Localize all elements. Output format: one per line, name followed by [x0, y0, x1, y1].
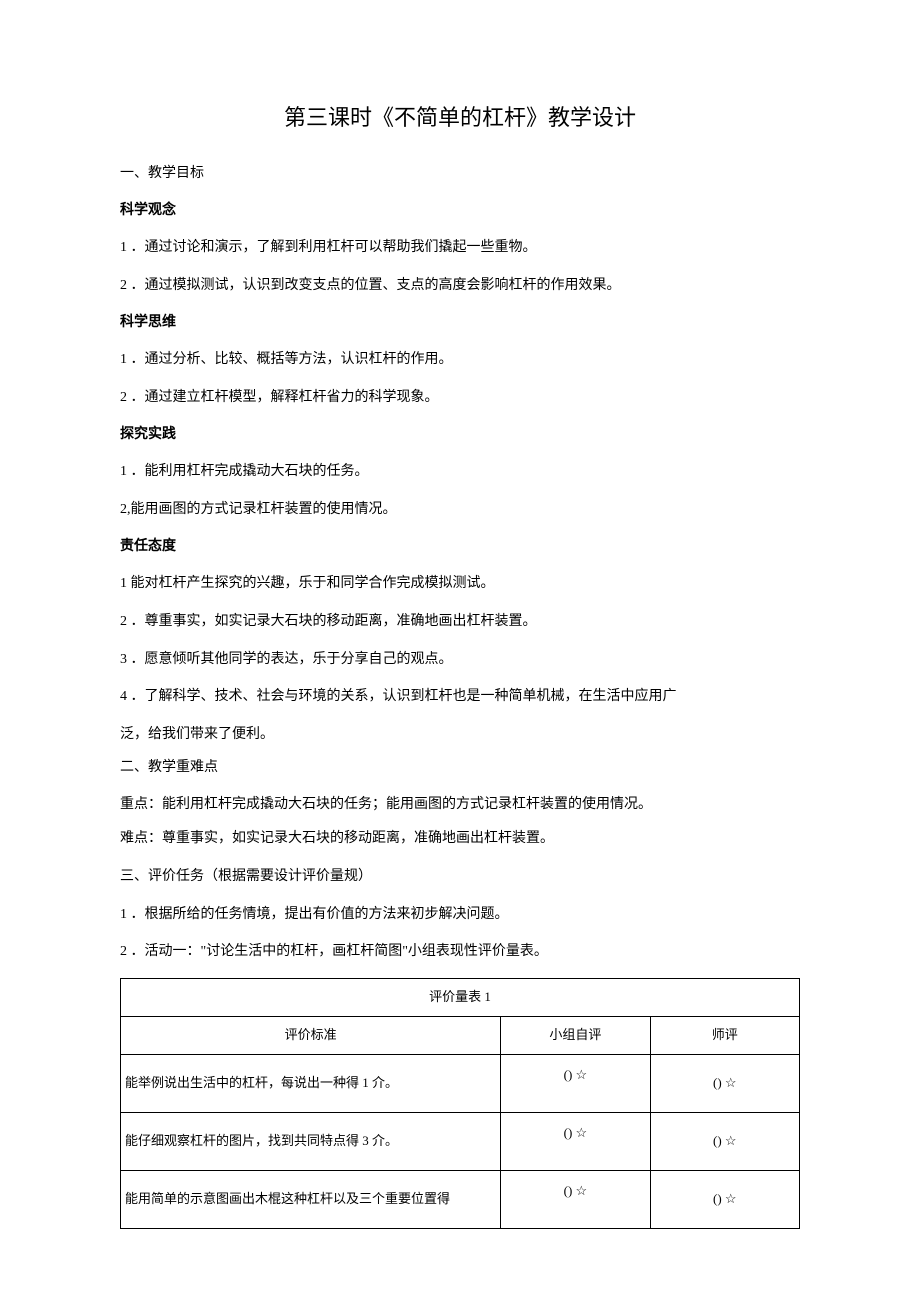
table-row: 能仔细观察杠杆的图片，找到共同特点得 3 介。 () ☆ () ☆ [121, 1112, 800, 1170]
eval-item-2: 2 ．活动一："讨论生活中的杠杆，画杠杆简图"小组表现性评价量表。 [120, 940, 800, 964]
attitude-item-3: 3 ．愿意倾听其他同学的表达，乐于分享自己的观点。 [120, 648, 800, 672]
attitude-item-2: 2 ．尊重事实，如实记录大石块的移动距离，准确地画出杠杆装置。 [120, 610, 800, 634]
col-header-self: 小组自评 [501, 1017, 650, 1055]
table-row: 能用简单的示意图画出木棍这种杠杆以及三个重要位置得 () ☆ () ☆ [121, 1170, 800, 1228]
practice-item-2: 2,能用画图的方式记录杠杆装置的使用情况。 [120, 498, 800, 522]
section-3-label: 三、评价任务（根据需要设计评价量规） [120, 865, 800, 889]
evaluation-table: 评价量表 1 评价标准 小组自评 师评 能举例说出生活中的杠杆，每说出一种得 1… [120, 978, 800, 1229]
heading-concept: 科学观念 [120, 200, 800, 222]
eval-item-1: 1 ．根据所给的任务情境，提出有价值的方法来初步解决问题。 [120, 903, 800, 927]
col-header-teacher: 师评 [650, 1017, 799, 1055]
table-caption-row: 评价量表 1 [121, 979, 800, 1017]
page-title: 第三课时《不简单的杠杆》教学设计 [120, 100, 800, 135]
section-2-label: 二、教学重难点 [120, 757, 800, 779]
attitude-item-4b: 泛，给我们带来了便利。 [120, 723, 800, 747]
self-rating-cell: () ☆ [501, 1054, 650, 1112]
practice-item-1: 1 ．能利用杠杆完成撬动大石块的任务。 [120, 460, 800, 484]
heading-practice: 探究实践 [120, 424, 800, 446]
self-rating-cell: () ☆ [501, 1170, 650, 1228]
table-caption: 评价量表 1 [121, 979, 800, 1017]
keypoint-text: 重点：能利用杠杆完成撬动大石块的任务；能用画图的方式记录杠杆装置的使用情况。 [120, 793, 800, 817]
concept-item-1: 1 ．通过讨论和演示，了解到利用杠杆可以帮助我们撬起一些重物。 [120, 236, 800, 260]
attitude-item-1: 1 能对杠杆产生探究的兴趣，乐于和同学合作完成模拟测试。 [120, 572, 800, 596]
difficulty-text: 难点：尊重事实，如实记录大石块的移动距离，准确地画出杠杆装置。 [120, 827, 800, 851]
teacher-rating-cell: () ☆ [650, 1170, 799, 1228]
thinking-item-1: 1 ．通过分析、比较、概括等方法，认识杠杆的作用。 [120, 348, 800, 372]
teacher-rating-cell: () ☆ [650, 1112, 799, 1170]
criteria-cell: 能仔细观察杠杆的图片，找到共同特点得 3 介。 [121, 1112, 501, 1170]
criteria-cell: 能举例说出生活中的杠杆，每说出一种得 1 介。 [121, 1054, 501, 1112]
col-header-criteria: 评价标准 [121, 1017, 501, 1055]
criteria-cell: 能用简单的示意图画出木棍这种杠杆以及三个重要位置得 [121, 1170, 501, 1228]
self-rating-cell: () ☆ [501, 1112, 650, 1170]
table-header-row: 评价标准 小组自评 师评 [121, 1017, 800, 1055]
attitude-item-4: 4 ．了解科学、技术、社会与环境的关系，认识到杠杆也是一种简单机械，在生活中应用… [120, 685, 800, 709]
heading-thinking: 科学思维 [120, 312, 800, 334]
heading-attitude: 责任态度 [120, 536, 800, 558]
section-1-label: 一、教学目标 [120, 163, 800, 185]
concept-item-2: 2 ．通过模拟测试，认识到改变支点的位置、支点的高度会影响杠杆的作用效果。 [120, 274, 800, 298]
table-row: 能举例说出生活中的杠杆，每说出一种得 1 介。 () ☆ () ☆ [121, 1054, 800, 1112]
teacher-rating-cell: () ☆ [650, 1054, 799, 1112]
thinking-item-2: 2 ．通过建立杠杆模型，解释杠杆省力的科学现象。 [120, 386, 800, 410]
